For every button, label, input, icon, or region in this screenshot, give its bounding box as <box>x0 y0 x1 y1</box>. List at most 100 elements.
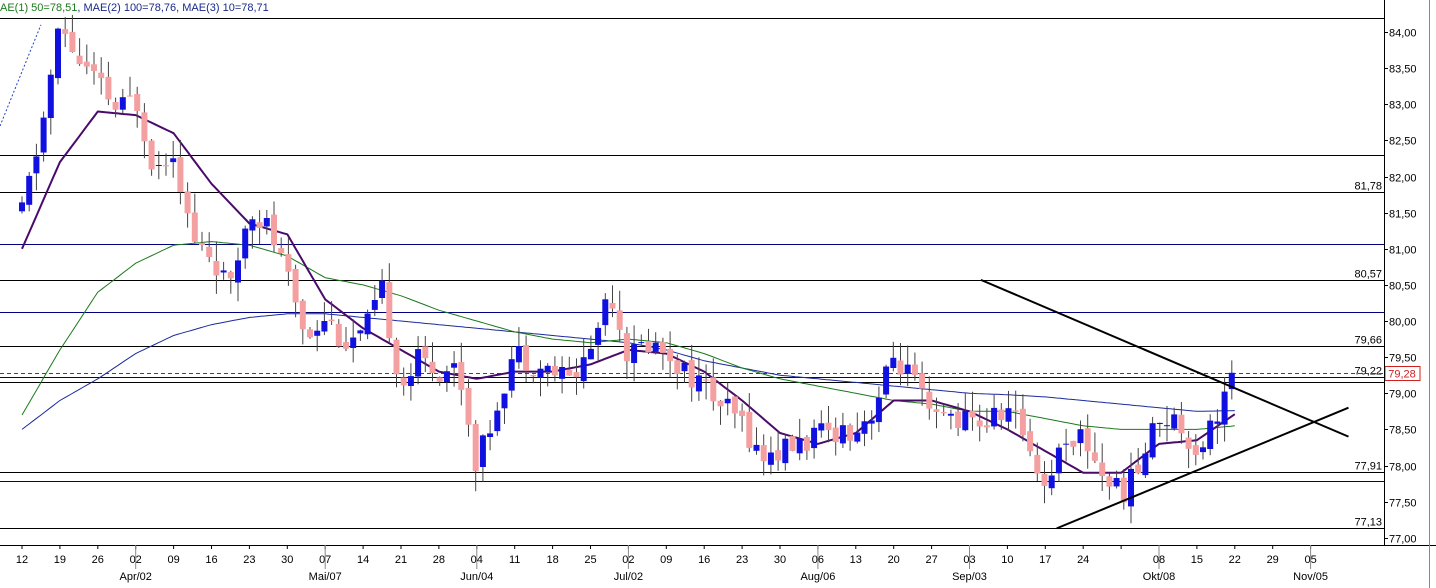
candle-body-16 <box>134 94 141 111</box>
candle-body-113 <box>832 427 839 443</box>
candle-body-56 <box>422 346 429 359</box>
x-tick-label-19: 23 <box>736 554 748 566</box>
candle-body-143 <box>1048 475 1055 489</box>
candle-body-106 <box>782 438 789 464</box>
candle-body-9 <box>83 61 90 67</box>
candle-body-105 <box>775 450 782 461</box>
candle-body-167 <box>1221 391 1228 425</box>
x-tick-label-18: 16 <box>698 554 710 566</box>
candle-body-158 <box>1156 422 1163 424</box>
candle-body-69 <box>515 346 522 363</box>
candle-body-60 <box>451 363 458 368</box>
y-tick-label-13: 77,50 <box>1389 498 1417 510</box>
price-axis: 84,00 83,50 83,00 82,50 82,00 81,50 81,00 80,50… <box>1384 28 1417 546</box>
month-label-0: Apr/02 <box>119 571 151 583</box>
month-label-6: Okt/08 <box>1143 571 1175 583</box>
x-tick-label-10: 21 <box>395 554 407 566</box>
candle-body-152 <box>1113 478 1120 487</box>
level-label-2: 81,78 <box>1354 181 1382 193</box>
y-tick-label-0: 84,00 <box>1389 28 1417 40</box>
candle-body-108 <box>796 438 803 454</box>
candle-body-53 <box>400 377 407 386</box>
candle-body-57 <box>429 361 436 374</box>
candle-body-19 <box>155 165 162 166</box>
candle-body-67 <box>501 393 508 409</box>
candle-body-70 <box>523 345 530 371</box>
candle-body-125 <box>919 373 926 389</box>
x-tick-label-14: 18 <box>546 554 558 566</box>
candle-120 <box>883 364 890 399</box>
candle-body-157 <box>1149 423 1156 458</box>
candle-body-52 <box>393 339 400 375</box>
x-tick-label-26: 10 <box>1001 554 1013 566</box>
candle-body-64 <box>479 435 486 467</box>
candle-body-14 <box>119 97 126 110</box>
candle-body-100 <box>739 410 746 416</box>
candle-body-99 <box>731 396 738 414</box>
candle-body-90 <box>667 348 674 362</box>
candle-body-50 <box>379 280 386 298</box>
candle-body-85 <box>631 344 638 363</box>
month-label-4: Aug/06 <box>800 571 835 583</box>
candle-body-145 <box>1063 443 1070 445</box>
candle-body-135 <box>991 407 998 427</box>
candle-body-89 <box>659 342 666 353</box>
chart-background <box>0 0 1436 588</box>
candle-body-166 <box>1214 421 1221 424</box>
x-tick-label-32: 22 <box>1229 554 1241 566</box>
y-tick-label-8: 80,00 <box>1389 317 1417 329</box>
indicator-legend: AE(1) 50=78,51, MAE(2) 100=78,76, MAE(3)… <box>0 2 269 14</box>
candle-body-141 <box>1034 454 1041 474</box>
candle-body-15 <box>127 95 133 97</box>
candle-body-76 <box>566 369 573 376</box>
candle-body-24 <box>191 212 198 242</box>
candle-body-11 <box>98 72 105 79</box>
candle-body-126 <box>926 391 933 409</box>
x-tick-label-13: 11 <box>509 554 520 566</box>
candle-body-13 <box>112 102 119 110</box>
candle-body-129 <box>947 413 954 416</box>
candle-body-83 <box>616 310 623 330</box>
candle-body-156 <box>1142 453 1149 476</box>
y-tick-label-2: 83,00 <box>1389 100 1417 112</box>
candle-body-72 <box>537 368 544 378</box>
x-tick-label-6: 23 <box>243 554 255 566</box>
candle-body-151 <box>1106 476 1113 487</box>
indicator-legend-text: AE(1) 50=78,51, MAE(2) 100=78,76, MAE(3)… <box>0 2 269 14</box>
candle-body-91 <box>674 360 681 374</box>
candle-body-18 <box>148 140 155 170</box>
x-tick-label-7: 30 <box>281 554 293 566</box>
candle-body-2 <box>33 156 40 174</box>
candle-body-104 <box>767 452 774 465</box>
candle-body-146 <box>1070 440 1077 447</box>
candle-body-46 <box>350 337 357 348</box>
candle-body-128 <box>940 412 947 414</box>
candle-5 <box>55 27 61 85</box>
candle-body-7 <box>69 31 76 52</box>
candle-body-44 <box>335 324 342 347</box>
y-tick-label-3: 82,50 <box>1389 136 1417 148</box>
candle-body-84 <box>623 333 630 362</box>
x-tick-label-27: 17 <box>1039 554 1051 566</box>
candle-body-121 <box>890 357 897 368</box>
candle-body-63 <box>472 424 479 472</box>
candle-body-47 <box>357 330 364 334</box>
candle-body-138 <box>1012 410 1019 412</box>
candle-body-74 <box>551 366 558 376</box>
x-tick-label-17: 09 <box>660 554 672 566</box>
candle-body-112 <box>825 422 832 431</box>
candle-body-148 <box>1084 428 1091 452</box>
candle-body-41 <box>314 330 321 336</box>
candle-body-37 <box>285 254 292 272</box>
current-price-label: 79,28 <box>1388 369 1416 381</box>
candle-body-149 <box>1091 452 1098 461</box>
candle-body-40 <box>307 329 313 338</box>
x-tick-label-20: 30 <box>774 554 786 566</box>
candle-body-92 <box>681 362 688 372</box>
candle-body-144 <box>1055 447 1062 474</box>
level-label-7: 79,22 <box>1354 366 1382 378</box>
candle-body-109 <box>803 437 810 451</box>
y-tick-label-11: 78,50 <box>1389 425 1417 437</box>
month-label-5: Sep/03 <box>952 571 987 583</box>
candle-body-133 <box>976 420 983 427</box>
